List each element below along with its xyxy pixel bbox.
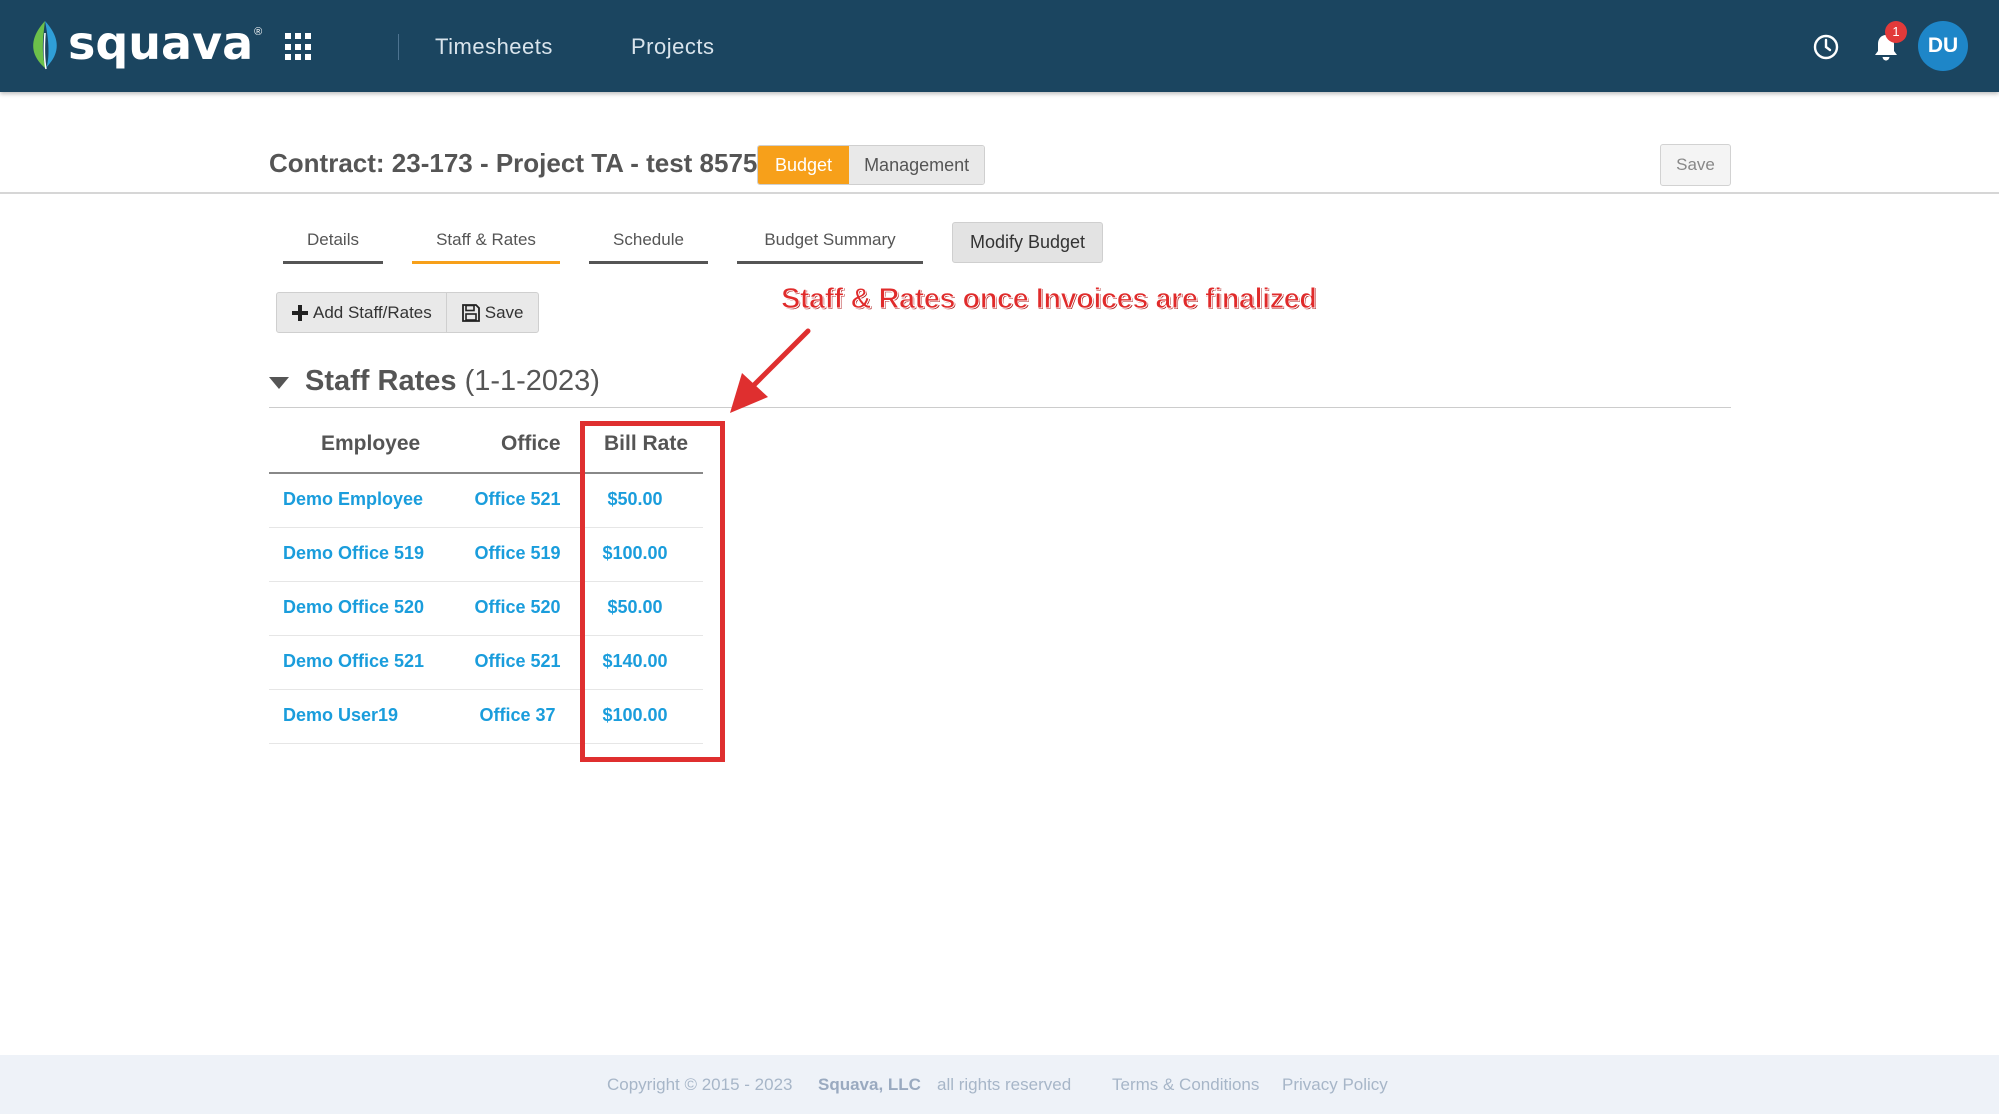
toolbar-save-button[interactable]: Save — [445, 293, 538, 332]
nav-link-projects[interactable]: Projects — [631, 34, 714, 60]
office-link[interactable]: Office 37 — [470, 705, 565, 726]
modify-budget-button[interactable]: Modify Budget — [952, 222, 1103, 263]
section-title: Staff Rates (1-1-2023) — [305, 365, 600, 398]
collapse-caret-icon[interactable] — [268, 376, 290, 390]
tab-staff-rates[interactable]: Staff & Rates — [412, 230, 560, 264]
employee-link[interactable]: Demo Office 521 — [283, 651, 424, 672]
office-link[interactable]: Office 521 — [470, 651, 565, 672]
footer-privacy-link[interactable]: Privacy Policy — [1282, 1075, 1388, 1095]
section-title-text: Staff Rates — [305, 365, 457, 397]
header-divider — [0, 192, 1999, 194]
footer-company-link[interactable]: Squava, LLC — [818, 1075, 921, 1095]
employee-link[interactable]: Demo Office 519 — [283, 543, 424, 564]
nav-link-timesheets[interactable]: Timesheets — [435, 34, 553, 60]
staff-toolbar: Add Staff/Rates Save — [276, 292, 539, 333]
employee-link[interactable]: Demo Employee — [283, 489, 423, 510]
add-staff-rates-button[interactable]: Add Staff/Rates — [277, 293, 446, 332]
office-link[interactable]: Office 520 — [470, 597, 565, 618]
tab-schedule[interactable]: Schedule — [589, 230, 708, 264]
column-header-employee[interactable]: Employee — [321, 432, 420, 456]
annotation-text: Staff & Rates once Invoices are finalize… — [781, 283, 1318, 316]
employee-link[interactable]: Demo Office 520 — [283, 597, 424, 618]
leaf-logo-icon — [33, 21, 57, 70]
plus-icon — [292, 304, 308, 321]
column-header-office[interactable]: Office — [501, 432, 561, 456]
nav-divider — [398, 34, 399, 60]
mode-budget-button[interactable]: Budget — [758, 146, 850, 184]
mode-management-button[interactable]: Management — [849, 146, 985, 184]
mode-toggle: Budget Management — [757, 145, 986, 185]
floppy-disk-icon — [461, 303, 480, 322]
footer-rights: all rights reserved — [937, 1075, 1072, 1094]
contract-title: Contract: 23-173 - Project TA - test 857… — [269, 148, 758, 178]
tab-details[interactable]: Details — [283, 230, 383, 264]
tab-budget-summary[interactable]: Budget Summary — [737, 230, 923, 264]
section-divider — [269, 407, 1731, 408]
annotation-highlight-box — [580, 421, 725, 762]
user-avatar[interactable]: DU — [1918, 21, 1968, 71]
registered-mark: ® — [254, 26, 263, 38]
employee-link[interactable]: Demo User19 — [283, 705, 398, 726]
header-save-button[interactable]: Save — [1660, 144, 1731, 186]
footer: Copyright © 2015 - 2023 Squava, LLC all … — [0, 1055, 1999, 1114]
annotation-arrow-icon — [730, 328, 811, 413]
apps-grid-icon[interactable] — [285, 33, 313, 61]
add-staff-rates-label: Add Staff/Rates — [313, 302, 432, 322]
brand-name: squava — [68, 16, 254, 70]
squava-logo[interactable]: squava ® — [28, 12, 262, 78]
footer-copyright: Copyright © 2015 - 2023 — [607, 1075, 793, 1094]
footer-terms-link[interactable]: Terms & Conditions — [1112, 1075, 1259, 1095]
top-navbar: squava ® Timesheets Projects 1 DU — [0, 0, 1999, 92]
section-date: (1-1-2023) — [464, 365, 600, 397]
toolbar-save-label: Save — [484, 302, 524, 322]
office-link[interactable]: Office 519 — [470, 543, 565, 564]
office-link[interactable]: Office 521 — [470, 489, 565, 510]
notification-badge: 1 — [1885, 21, 1907, 43]
clock-icon[interactable] — [1812, 33, 1840, 61]
